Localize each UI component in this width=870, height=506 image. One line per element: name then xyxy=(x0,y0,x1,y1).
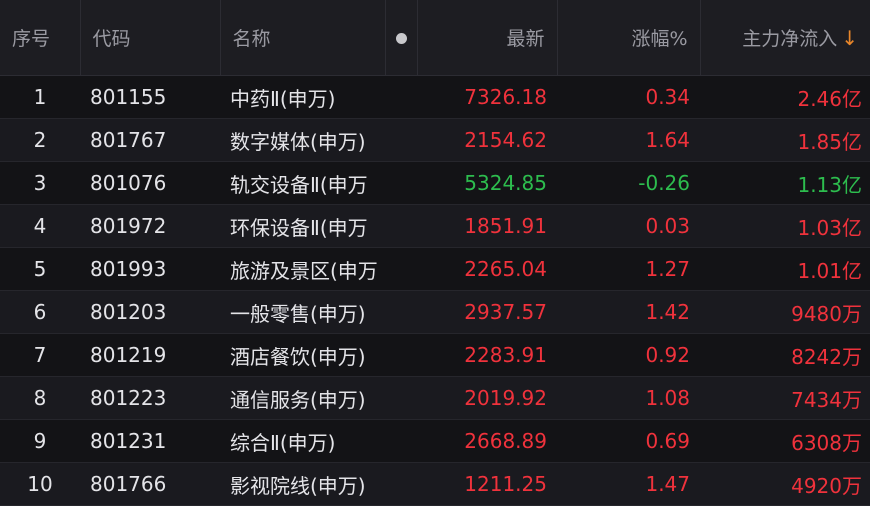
row-code: 801223 xyxy=(80,376,220,420)
table-row[interactable]: 9 801231 综合Ⅱ(申万) 2668.89 0.69 6308万 xyxy=(0,419,870,463)
row-main-inflow: 6308万 xyxy=(700,419,870,463)
row-code: 801972 xyxy=(80,204,220,248)
table-row[interactable]: 5 801993 旅游及景区(申万 2265.04 1.27 1.01亿 xyxy=(0,247,870,291)
row-latest: 7326.18 xyxy=(417,75,557,119)
column-header-code[interactable]: 代码 xyxy=(80,0,221,76)
row-code: 801076 xyxy=(80,161,220,205)
row-index: 5 xyxy=(0,247,80,291)
row-name: 酒店餐饮(申万) xyxy=(220,333,417,377)
row-index: 9 xyxy=(0,419,80,463)
table-body: 1 801155 中药Ⅱ(申万) 7326.18 0.34 2.46亿 2 801767 数字媒… xyxy=(0,75,870,506)
table-row[interactable]: 3 801076 轨交设备Ⅱ(申万 5324.85 -0.26 1.13亿 xyxy=(0,161,870,205)
row-name: 影视院线(申万) xyxy=(220,462,417,506)
row-main-inflow: 1.01亿 xyxy=(700,247,870,291)
row-name: 轨交设备Ⅱ(申万 xyxy=(220,161,417,205)
row-main-inflow: 1.03亿 xyxy=(700,204,870,248)
row-change-pct: -0.26 xyxy=(557,161,700,205)
column-header-name[interactable]: 名称 xyxy=(220,0,386,76)
row-main-inflow: 1.13亿 xyxy=(700,161,870,205)
row-change-pct: 0.69 xyxy=(557,419,700,463)
row-index: 4 xyxy=(0,204,80,248)
row-main-inflow: 7434万 xyxy=(700,376,870,420)
row-code: 801767 xyxy=(80,118,220,162)
row-code: 801155 xyxy=(80,75,220,119)
row-index: 8 xyxy=(0,376,80,420)
row-latest: 2154.62 xyxy=(417,118,557,162)
row-change-pct: 1.27 xyxy=(557,247,700,291)
row-change-pct: 1.08 xyxy=(557,376,700,420)
table-row[interactable]: 1 801155 中药Ⅱ(申万) 7326.18 0.34 2.46亿 xyxy=(0,75,870,119)
table-header: 序号 代码 名称 最新 涨幅% 主力净流入 ↓ xyxy=(0,0,870,76)
row-main-inflow: 2.46亿 xyxy=(700,75,870,119)
row-change-pct: 0.92 xyxy=(557,333,700,377)
row-name: 通信服务(申万) xyxy=(220,376,417,420)
row-code: 801766 xyxy=(80,462,220,506)
column-header-latest[interactable]: 最新 xyxy=(417,0,558,76)
row-name: 一般零售(申万) xyxy=(220,290,417,334)
sort-down-arrow-icon: ↓ xyxy=(841,26,858,50)
row-index: 6 xyxy=(0,290,80,334)
row-index: 3 xyxy=(0,161,80,205)
column-header-main-inflow[interactable]: 主力净流入 ↓ xyxy=(700,0,870,76)
sector-table: 序号 代码 名称 最新 涨幅% 主力净流入 ↓ 1 801155 中药Ⅱ(申万) 732… xyxy=(0,0,870,506)
table-row[interactable]: 7 801219 酒店餐饮(申万) 2283.91 0.92 8242万 xyxy=(0,333,870,377)
row-name: 数字媒体(申万) xyxy=(220,118,417,162)
row-name: 中药Ⅱ(申万) xyxy=(220,75,417,119)
row-change-pct: 1.64 xyxy=(557,118,700,162)
row-latest: 2668.89 xyxy=(417,419,557,463)
row-change-pct: 0.34 xyxy=(557,75,700,119)
column-header-index[interactable]: 序号 xyxy=(0,0,81,76)
row-latest: 2283.91 xyxy=(417,333,557,377)
row-name: 综合Ⅱ(申万) xyxy=(220,419,417,463)
row-index: 7 xyxy=(0,333,80,377)
dot-icon xyxy=(395,32,407,44)
row-latest: 1211.25 xyxy=(417,462,557,506)
row-name: 环保设备Ⅱ(申万 xyxy=(220,204,417,248)
row-change-pct: 0.03 xyxy=(557,204,700,248)
table-row[interactable]: 8 801223 通信服务(申万) 2019.92 1.08 7434万 xyxy=(0,376,870,420)
row-change-pct: 1.42 xyxy=(557,290,700,334)
row-index: 2 xyxy=(0,118,80,162)
column-header-watch[interactable] xyxy=(385,0,418,76)
row-code: 801219 xyxy=(80,333,220,377)
table-row[interactable]: 6 801203 一般零售(申万) 2937.57 1.42 9480万 xyxy=(0,290,870,334)
table-row[interactable]: 2 801767 数字媒体(申万) 2154.62 1.64 1.85亿 xyxy=(0,118,870,162)
row-name: 旅游及景区(申万 xyxy=(220,247,417,291)
row-latest: 1851.91 xyxy=(417,204,557,248)
row-main-inflow: 9480万 xyxy=(700,290,870,334)
row-latest: 2937.57 xyxy=(417,290,557,334)
row-change-pct: 1.47 xyxy=(557,462,700,506)
table-row[interactable]: 10 801766 影视院线(申万) 1211.25 1.47 4920万 xyxy=(0,462,870,506)
row-code: 801203 xyxy=(80,290,220,334)
row-main-inflow: 4920万 xyxy=(700,462,870,506)
row-code: 801231 xyxy=(80,419,220,463)
row-main-inflow: 8242万 xyxy=(700,333,870,377)
main-inflow-label: 主力净流入 xyxy=(742,28,838,50)
row-latest: 5324.85 xyxy=(417,161,557,205)
column-header-change-pct[interactable]: 涨幅% xyxy=(557,0,701,76)
row-index: 10 xyxy=(0,462,80,506)
row-index: 1 xyxy=(0,75,80,119)
row-code: 801993 xyxy=(80,247,220,291)
row-latest: 2265.04 xyxy=(417,247,557,291)
row-latest: 2019.92 xyxy=(417,376,557,420)
table-row[interactable]: 4 801972 环保设备Ⅱ(申万 1851.91 0.03 1.03亿 xyxy=(0,204,870,248)
row-main-inflow: 1.85亿 xyxy=(700,118,870,162)
